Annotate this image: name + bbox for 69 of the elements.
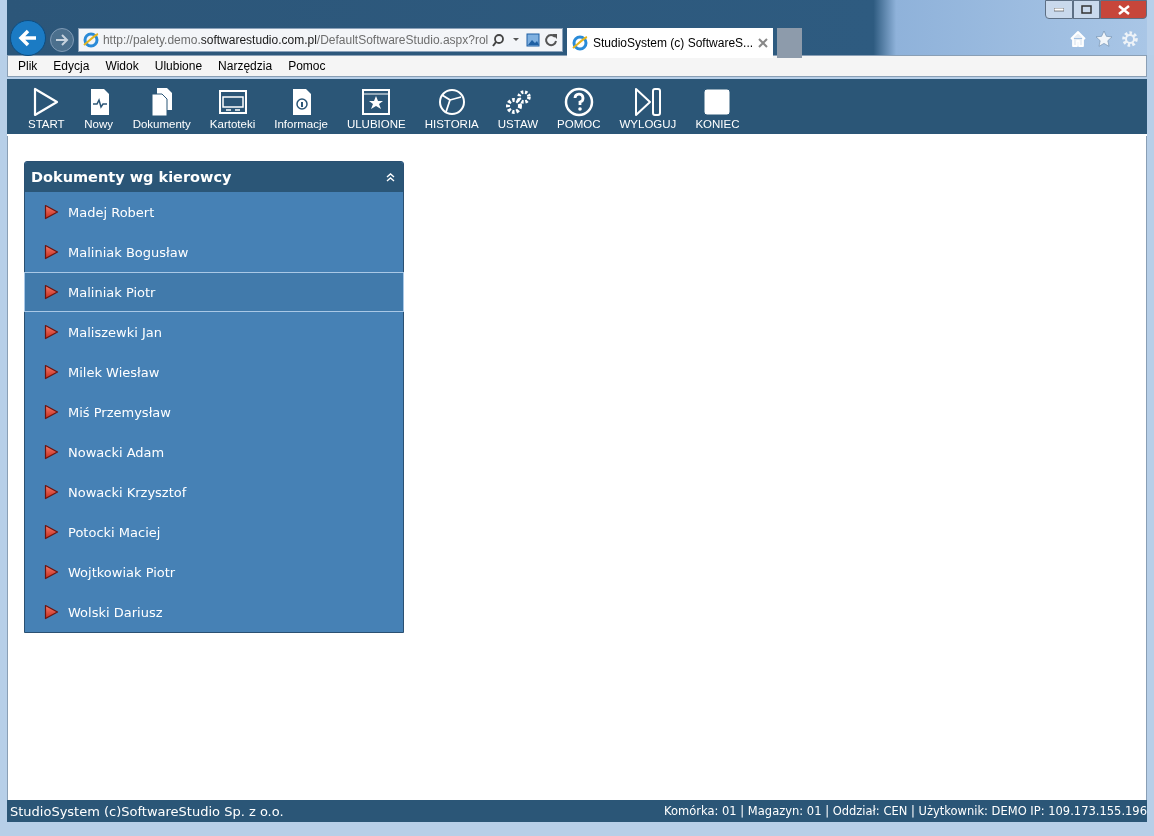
browser-logo-icon	[83, 32, 99, 48]
menu-item[interactable]: Edycja	[53, 59, 90, 73]
close-button[interactable]	[1100, 0, 1147, 19]
driver-list-item[interactable]: Miś Przemysław	[24, 392, 404, 432]
maximize-button[interactable]	[1073, 0, 1100, 19]
driver-list-item[interactable]: Maliniak Piotr	[24, 272, 404, 312]
toolbar-button[interactable]: Dokumenty	[124, 87, 199, 130]
triangle-icon	[44, 484, 59, 500]
driver-list-item[interactable]: Potocki Maciej	[24, 512, 404, 552]
toolbar-button[interactable]: START	[20, 87, 73, 130]
refresh-icon[interactable]	[544, 33, 558, 47]
toolbar-icon	[436, 87, 467, 117]
toolbar-icon	[361, 87, 392, 117]
picture-icon[interactable]	[526, 33, 541, 47]
triangle-icon	[44, 364, 59, 380]
toolbar-button[interactable]: HISTORIA	[416, 87, 487, 130]
driver-list-item[interactable]: Milek Wiesław	[24, 352, 404, 392]
toolbar-button[interactable]: Nowy	[75, 87, 122, 130]
driver-list-item[interactable]: Wolski Dariusz	[24, 592, 404, 632]
driver-list-item[interactable]: Maliniak Bogusław	[24, 232, 404, 272]
triangle-icon	[44, 244, 59, 260]
toolbar-button[interactable]: KONIEC	[687, 87, 748, 130]
collapse-icon[interactable]	[386, 172, 395, 182]
toolbar-button[interactable]: ULUBIONE	[338, 87, 414, 130]
driver-list-item[interactable]: Nowacki Krzysztof	[24, 472, 404, 512]
menu-item[interactable]: Widok	[105, 59, 139, 73]
driver-list-item[interactable]: Madej Robert	[24, 192, 404, 232]
triangle-icon	[44, 284, 59, 300]
new-tab-button[interactable]	[777, 28, 803, 58]
toolbar-button[interactable]: WYLOGUJ	[611, 87, 685, 130]
toolbar-icon	[632, 87, 663, 117]
driver-list-item[interactable]: Maliszewki Jan	[24, 312, 404, 352]
footer-copyright: StudioSystem (c)SoftwareStudio Sp. z o.o.	[10, 803, 284, 819]
minimize-button[interactable]	[1045, 0, 1073, 19]
triangle-icon	[44, 604, 59, 620]
triangle-icon	[44, 444, 59, 460]
session-info: Komórka: 01 | Magazyn: 01 | Oddział: CEN | Użytkownik: DEMO IP: 109.173.155.196	[664, 804, 1147, 818]
right-arrow-icon	[55, 34, 69, 46]
triangle-icon	[44, 204, 59, 220]
address-bar[interactable]: http://palety.demo.softwarestudio.com.pl/DefaultSoftwareStudio.aspx?rol	[78, 28, 563, 52]
toolbar-icon	[563, 87, 594, 117]
toolbar-icon	[217, 87, 248, 117]
star-icon[interactable]	[1095, 30, 1113, 48]
menu-item[interactable]: Narzędzia	[218, 59, 273, 73]
driver-list-item[interactable]: Nowacki Adam	[24, 432, 404, 472]
toolbar-button[interactable]: Kartoteki	[201, 87, 264, 130]
menu-item[interactable]: Ulubione	[154, 59, 203, 73]
url-text: http://palety.demo.softwarestudio.com.pl/DefaultSoftwareStudio.aspx?rol	[102, 33, 489, 47]
toolbar-icon	[702, 87, 733, 117]
triangle-icon	[44, 324, 59, 340]
close-icon	[1117, 4, 1130, 15]
triangle-icon	[44, 404, 59, 420]
left-arrow-icon	[18, 29, 38, 47]
browser-logo-icon	[572, 35, 588, 51]
maximize-icon	[1081, 5, 1092, 14]
toolbar-button[interactable]: POMOC	[549, 87, 609, 130]
forward-button[interactable]	[50, 28, 74, 52]
menu-item[interactable]: Plik	[18, 59, 38, 73]
minimize-icon	[1054, 7, 1064, 12]
driver-list-item[interactable]: Wojtkowiak Piotr	[24, 552, 404, 592]
panel-title: Dokumenty wg kierowcy	[31, 169, 232, 185]
close-tab-icon[interactable]	[758, 38, 769, 48]
back-button[interactable]	[10, 20, 46, 56]
toolbar-button[interactable]: Informacje	[266, 87, 336, 130]
triangle-icon	[44, 524, 59, 540]
toolbar-button[interactable]: USTAW	[489, 87, 547, 130]
triangle-icon	[44, 564, 59, 580]
browser-tab[interactable]: StudioSystem (c) SoftwareS...	[567, 28, 774, 58]
menu-item[interactable]: Pomoc	[288, 59, 326, 73]
